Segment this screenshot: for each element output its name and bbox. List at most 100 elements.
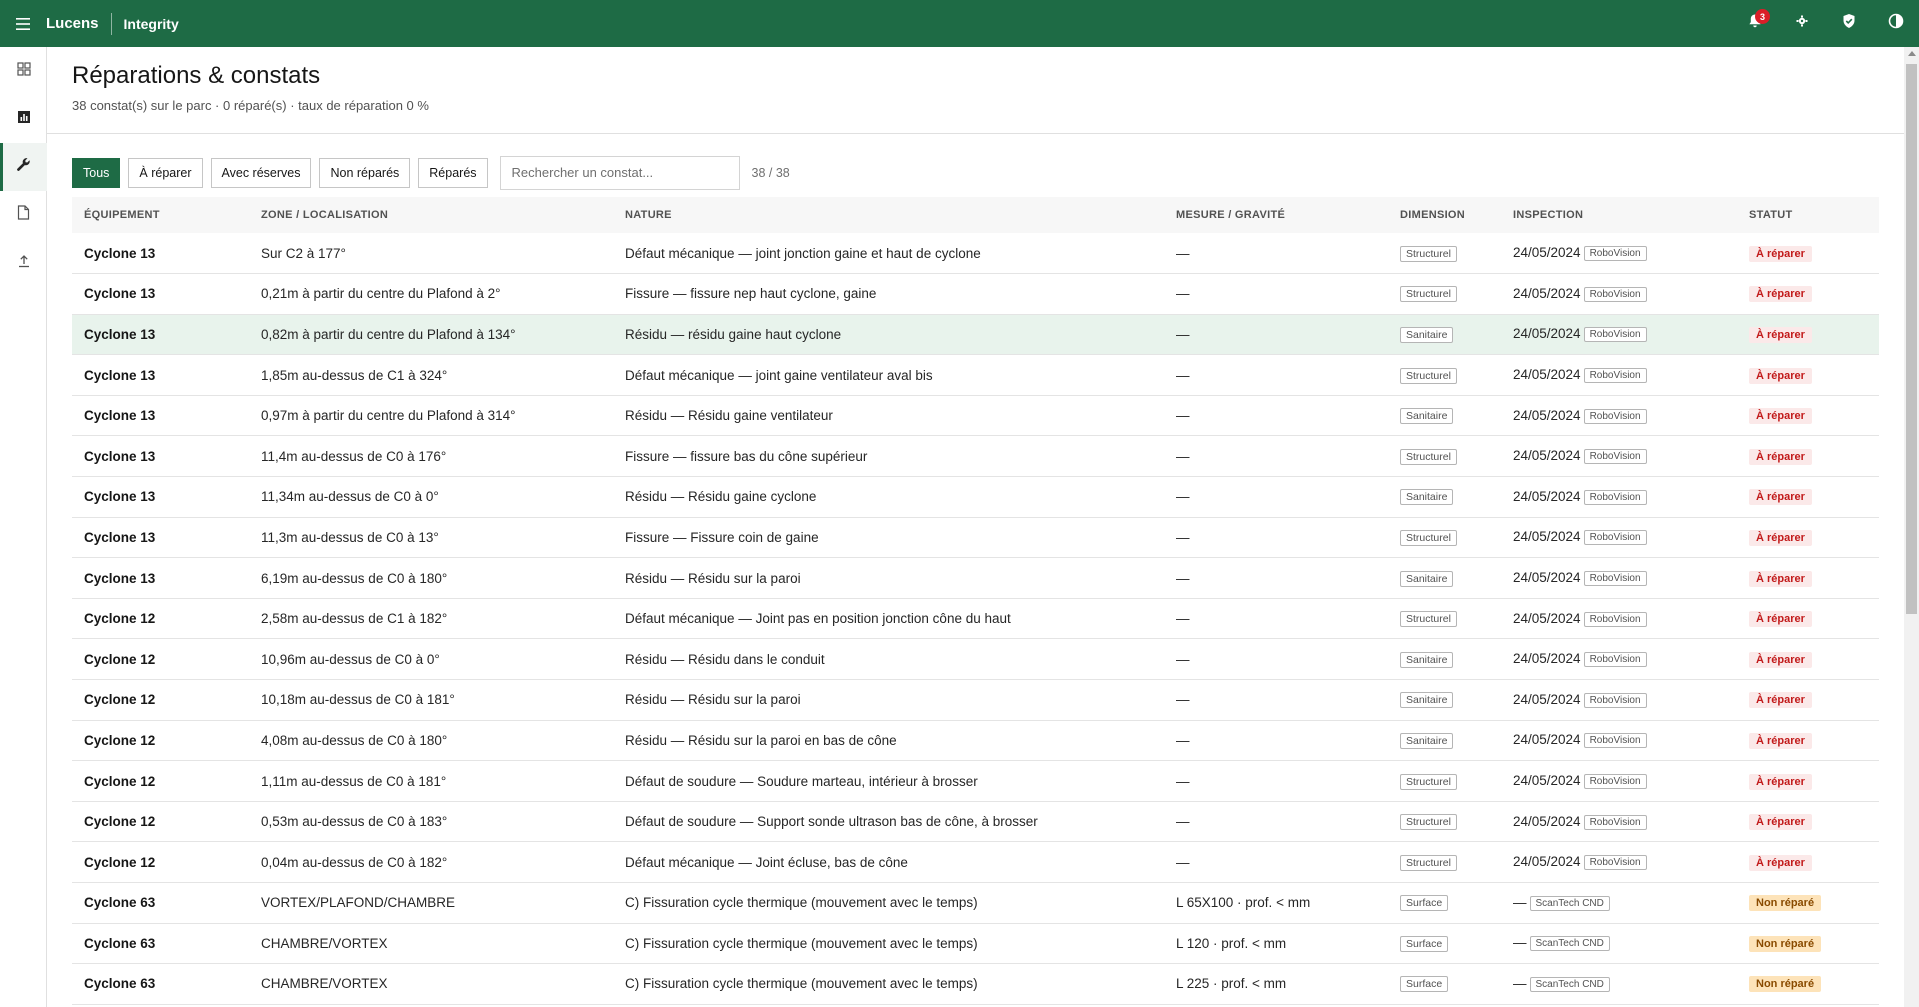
table-row[interactable]: Cyclone 13 0,97m à partir du centre du Pl… <box>72 395 1879 436</box>
cell-measure: — <box>1176 367 1190 383</box>
cell-measure: — <box>1176 773 1190 789</box>
status-badge: À réparer <box>1749 651 1812 668</box>
table-row[interactable]: Cyclone 13 Sur C2 à 177° Défaut mécanique … <box>72 233 1879 274</box>
dimension-tag: Structurel <box>1400 854 1457 871</box>
inspection-date: — <box>1513 894 1527 910</box>
filter-bar: Tous À réparer Avec réserves Non réparés… <box>47 134 1904 192</box>
cell-zone: 0,21m à partir du centre du Plafond à 2° <box>261 286 501 302</box>
cell-zone: 11,4m au-dessus de C0 à 176° <box>261 448 447 464</box>
cell-nature: Résidu — Résidu gaine ventilateur <box>625 408 833 424</box>
cell-equipment: Cyclone 63 <box>84 935 156 951</box>
cell-zone: VORTEX/PLAFOND/CHAMBRE <box>261 895 456 911</box>
settings-button[interactable] <box>1778 0 1825 47</box>
cell-measure: — <box>1176 570 1190 586</box>
table-row[interactable]: Cyclone 13 1,85m au-dessus de C1 à 324° Dé… <box>72 355 1879 396</box>
table-row[interactable]: Cyclone 12 10,96m au-dessus de C0 à 0° Rés… <box>72 639 1879 680</box>
inspection-date: 24/05/2024 <box>1513 854 1581 870</box>
column-header-equipment[interactable]: ÉQUIPEMENT <box>72 197 249 233</box>
cell-dimension: Sanitaire <box>1388 314 1501 355</box>
cell-inspection: 24/05/2024 RoboVision <box>1501 436 1737 477</box>
nav-item-documents[interactable] <box>0 191 47 239</box>
column-header-dimension[interactable]: DIMENSION <box>1388 197 1501 233</box>
column-header-status[interactable]: STATUT <box>1737 197 1879 233</box>
filter-with-reserves-button[interactable]: Avec réserves <box>210 157 312 188</box>
table-row[interactable]: Cyclone 12 4,08m au-dessus de C0 à 180° Ré… <box>72 720 1879 761</box>
table-row[interactable]: Cyclone 13 11,3m au-dessus de C0 à 13° Fis… <box>72 517 1879 558</box>
cell-zone: 0,53m au-dessus de C0 à 183° <box>261 814 448 830</box>
scroll-up-arrow-icon[interactable] <box>1908 51 1916 56</box>
column-header-nature[interactable]: NATURE <box>613 197 1164 233</box>
dashboard-grid-icon <box>16 61 31 81</box>
notification-badge: 3 <box>1755 9 1770 24</box>
cell-nature: Résidu — résidu gaine haut cyclone <box>625 326 842 342</box>
cell-nature: Défaut mécanique — Joint écluse, bas de … <box>625 854 908 870</box>
filter-all-button[interactable]: Tous <box>72 157 121 188</box>
nav-item-upload[interactable] <box>0 239 47 287</box>
cell-dimension: Sanitaire <box>1388 680 1501 721</box>
column-header-inspection[interactable]: INSPECTION <box>1501 197 1737 233</box>
cell-nature: Résidu — Résidu gaine cyclone <box>625 489 817 505</box>
cell-inspection: 24/05/2024 RoboVision <box>1501 680 1737 721</box>
cell-nature: Défaut mécanique — Joint pas en position… <box>625 611 1011 627</box>
cell-dimension: Structurel <box>1388 517 1501 558</box>
table-row[interactable]: Cyclone 63 VORTEX/PLAFOND/CHAMBRE C) Fissu… <box>72 883 1879 924</box>
table-row[interactable]: Cyclone 12 2,58m au-dessus de C1 à 182° Dé… <box>72 598 1879 639</box>
table-row[interactable]: Cyclone 13 11,4m au-dessus de C0 à 176° Fi… <box>72 436 1879 477</box>
side-nav <box>0 47 47 1007</box>
inspection-date: 24/05/2024 <box>1513 448 1581 464</box>
cell-measure: L 120 · prof. < mm <box>1176 935 1287 951</box>
cell-equipment: Cyclone 63 <box>84 976 156 992</box>
filter-to-repair-button[interactable]: À réparer <box>128 157 203 188</box>
table-row[interactable]: Cyclone 12 0,53m au-dessus de C0 à 183° Dé… <box>72 801 1879 842</box>
cell-dimension: Structurel <box>1388 355 1501 396</box>
cell-status: Non réparé <box>1737 964 1879 1005</box>
cell-measure: L 65X100 · prof. < mm <box>1176 895 1311 911</box>
table-row[interactable]: Cyclone 12 10,18m au-dessus de C0 à 181° R… <box>72 680 1879 721</box>
nav-item-reports[interactable] <box>0 95 47 143</box>
cell-zone: Sur C2 à 177° <box>261 245 346 261</box>
cell-inspection: 24/05/2024 RoboVision <box>1501 233 1737 274</box>
page-scrollbar[interactable] <box>1904 47 1919 1007</box>
hamburger-menu-icon[interactable] <box>0 0 46 47</box>
dimension-tag: Sanitaire <box>1400 692 1454 709</box>
table-row[interactable]: Cyclone 13 11,34m au-dessus de C0 à 0° Rés… <box>72 477 1879 518</box>
cell-status: À réparer <box>1737 233 1879 274</box>
search-input[interactable] <box>499 155 740 190</box>
cell-inspection: 24/05/2024 RoboVision <box>1501 477 1737 518</box>
table-row[interactable]: Cyclone 12 0,04m au-dessus de C0 à 182° Dé… <box>72 842 1879 883</box>
cell-nature: Fissure — Fissure coin de gaine <box>625 529 819 545</box>
cell-inspection: 24/05/2024 RoboVision <box>1501 355 1737 396</box>
scrollbar-thumb[interactable] <box>1906 64 1917 614</box>
cell-zone: 11,34m au-dessus de C0 à 0° <box>261 489 439 505</box>
security-button[interactable] <box>1825 0 1872 47</box>
dimension-tag: Structurel <box>1400 773 1457 790</box>
table-row[interactable]: Cyclone 13 0,82m à partir du centre du Pl… <box>72 314 1879 355</box>
cell-measure: — <box>1176 286 1190 302</box>
column-header-measure[interactable]: MESURE / GRAVITÉ <box>1164 197 1388 233</box>
nav-item-repairs[interactable] <box>0 143 47 191</box>
column-header-zone[interactable]: ZONE / LOCALISATION <box>249 197 613 233</box>
dimension-tag: Sanitaire <box>1400 489 1454 506</box>
theme-toggle-button[interactable] <box>1872 0 1919 47</box>
brand-name[interactable]: Lucens <box>46 15 111 32</box>
notifications-button[interactable]: 3 <box>1731 0 1778 47</box>
filter-not-repaired-button[interactable]: Non réparés <box>319 157 411 188</box>
result-count: 38 / 38 <box>751 165 790 180</box>
cell-nature: Défaut mécanique — joint gaine ventilate… <box>625 367 933 383</box>
table-row[interactable]: Cyclone 63 CHAMBRE/VORTEX C) Fissuration c… <box>72 964 1879 1005</box>
cell-status: À réparer <box>1737 720 1879 761</box>
inspection-date: 24/05/2024 <box>1513 691 1581 707</box>
cell-zone: 4,08m au-dessus de C0 à 180° <box>261 732 448 748</box>
cell-inspection: 24/05/2024 RoboVision <box>1501 314 1737 355</box>
inspection-source-tag: ScanTech CND <box>1529 976 1610 992</box>
inspection-source-tag: RoboVision <box>1583 368 1647 384</box>
inspection-date: 24/05/2024 <box>1513 651 1581 667</box>
table-row[interactable]: Cyclone 13 6,19m au-dessus de C0 à 180° Ré… <box>72 558 1879 599</box>
nav-item-dashboard[interactable] <box>0 47 47 95</box>
cell-measure: — <box>1176 326 1190 342</box>
table-row[interactable]: Cyclone 13 0,21m à partir du centre du Pl… <box>72 274 1879 315</box>
filter-repaired-button[interactable]: Réparés <box>418 157 488 188</box>
table-row[interactable]: Cyclone 12 1,11m au-dessus de C0 à 181° Dé… <box>72 761 1879 802</box>
cell-zone: CHAMBRE/VORTEX <box>261 976 388 992</box>
table-row[interactable]: Cyclone 63 CHAMBRE/VORTEX C) Fissuration c… <box>72 923 1879 964</box>
